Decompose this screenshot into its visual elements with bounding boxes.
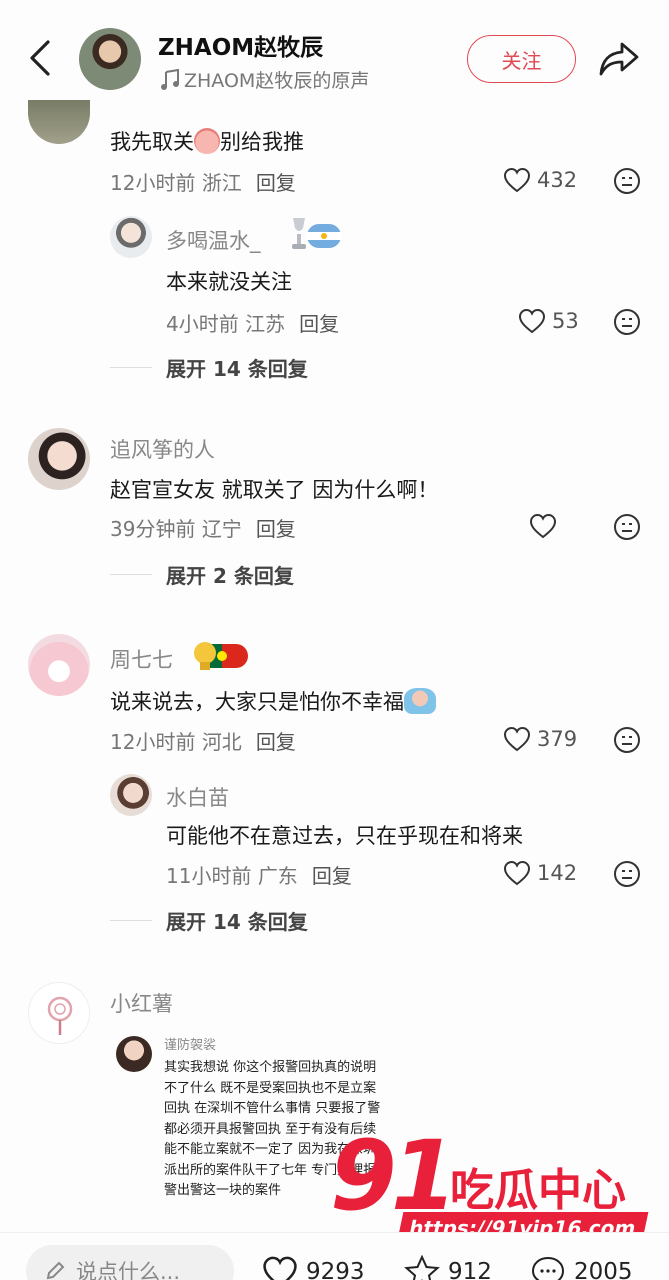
- reply-meta: 4小时前 江苏 回复: [166, 312, 340, 336]
- comment-username[interactable]: 小红薯: [110, 988, 173, 1018]
- favorite-total: 912: [448, 1259, 492, 1280]
- top-bar: ZHAOM赵牧辰 ZHAOM赵牧辰的原声 关注: [0, 0, 669, 100]
- like-count: 53: [552, 309, 579, 333]
- comment-text: 我先取关 别给我推: [110, 128, 304, 154]
- like-count: 379: [537, 727, 578, 751]
- reply-button[interactable]: 回复: [299, 312, 339, 336]
- argentina-badge-icon: [285, 214, 343, 254]
- comment-text: 说来说去，大家只是怕你不幸福: [110, 686, 436, 716]
- like-button[interactable]: 53: [518, 308, 579, 334]
- reply-meta: 11小时前 广东 回复: [166, 864, 352, 888]
- expand-label: 展开 2 条回复: [166, 564, 294, 588]
- expand-replies-button[interactable]: 展开 14 条回复: [110, 353, 308, 382]
- reply-username[interactable]: 多喝温水_: [166, 225, 261, 255]
- comment-meta: 39分钟前 辽宁 回复: [110, 517, 296, 541]
- reply-button[interactable]: 回复: [256, 171, 296, 195]
- comment-avatar[interactable]: [28, 428, 90, 490]
- lollipop-icon: [47, 996, 73, 1035]
- embedded-avatar: [116, 1036, 152, 1072]
- reply-button[interactable]: 回复: [312, 864, 352, 888]
- expand-replies-button[interactable]: 展开 2 条回复: [110, 560, 294, 589]
- like-button[interactable]: 432: [503, 167, 577, 193]
- follow-button[interactable]: 关注: [467, 35, 576, 83]
- comment-avatar[interactable]: [28, 634, 90, 696]
- pencil-icon: [46, 1261, 65, 1280]
- embedded-username: 谨防袈裟: [164, 1038, 217, 1053]
- favorite-stat-button[interactable]: 912: [404, 1255, 492, 1280]
- share-icon[interactable]: [598, 40, 640, 78]
- heart-icon: [503, 860, 531, 886]
- like-stat-button[interactable]: 9293: [262, 1255, 365, 1280]
- reply-button[interactable]: 回复: [256, 730, 296, 754]
- dislike-face-icon[interactable]: [613, 860, 641, 888]
- like-total: 9293: [306, 1259, 365, 1280]
- back-arrow-icon[interactable]: [26, 38, 58, 78]
- comment-bubble-icon: [531, 1256, 565, 1280]
- reply-avatar[interactable]: [110, 774, 152, 816]
- expand-replies-button[interactable]: 展开 14 条回复: [110, 906, 308, 935]
- dislike-face-icon[interactable]: [613, 167, 641, 195]
- divider: [110, 920, 152, 921]
- comment-username[interactable]: 追风筝的人: [110, 434, 215, 464]
- like-count: 432: [537, 168, 578, 192]
- bath-emoji-icon: [404, 688, 436, 714]
- divider: [110, 367, 152, 368]
- comment-stat-button[interactable]: 2005: [530, 1255, 633, 1280]
- expand-label: 展开 14 条回复: [166, 357, 308, 381]
- reply-text: 可能他不在意过去，只在乎现在和将来: [166, 824, 523, 848]
- pig-emoji-icon: [194, 128, 220, 154]
- heart-icon: [529, 513, 557, 539]
- author-name[interactable]: ZHAOM赵牧辰: [158, 28, 323, 62]
- music-note-icon: [161, 68, 179, 90]
- comment-input[interactable]: 说点什么...: [26, 1245, 234, 1280]
- like-button[interactable]: 379: [503, 726, 577, 752]
- dislike-face-icon[interactable]: [613, 308, 641, 336]
- heart-icon: [503, 167, 531, 193]
- dislike-face-icon[interactable]: [613, 513, 641, 541]
- bottom-action-bar: 说点什么... 9293 912 2005: [0, 1232, 669, 1280]
- comment-text: 赵官宣女友 就取关了 因为什么啊！: [110, 478, 439, 502]
- audio-label: ZHAOM赵牧辰的原声: [184, 70, 370, 92]
- comment-total: 2005: [574, 1259, 633, 1280]
- watermark-logo: 91 吃瓜中心 https://91vip16.com: [330, 1120, 650, 1250]
- watermark-text: 吃瓜中心: [450, 1165, 626, 1216]
- comment-avatar[interactable]: [28, 982, 90, 1044]
- heart-icon: [263, 1256, 297, 1280]
- like-button[interactable]: 142: [503, 860, 577, 886]
- heart-icon: [503, 726, 531, 752]
- reply-avatar[interactable]: [110, 216, 152, 258]
- like-button[interactable]: [529, 513, 563, 539]
- audio-source[interactable]: ZHAOM赵牧辰的原声: [160, 66, 369, 93]
- author-avatar[interactable]: [79, 28, 141, 90]
- heart-icon: [518, 308, 546, 334]
- reply-button[interactable]: 回复: [256, 517, 296, 541]
- portugal-badge-icon: [192, 638, 250, 674]
- expand-label: 展开 14 条回复: [166, 910, 308, 934]
- comment-username[interactable]: 周七七: [110, 644, 173, 674]
- like-count: 142: [537, 861, 578, 885]
- reply-text: 本来就没关注: [166, 270, 292, 294]
- comment-meta: 12小时前 河北 回复: [110, 730, 296, 754]
- divider: [110, 574, 152, 575]
- input-placeholder: 说点什么...: [76, 1260, 181, 1280]
- reply-username[interactable]: 水白苗: [166, 782, 229, 812]
- star-icon: [404, 1255, 440, 1280]
- comment-meta: 12小时前 浙江 回复: [110, 171, 296, 195]
- dislike-face-icon[interactable]: [613, 726, 641, 754]
